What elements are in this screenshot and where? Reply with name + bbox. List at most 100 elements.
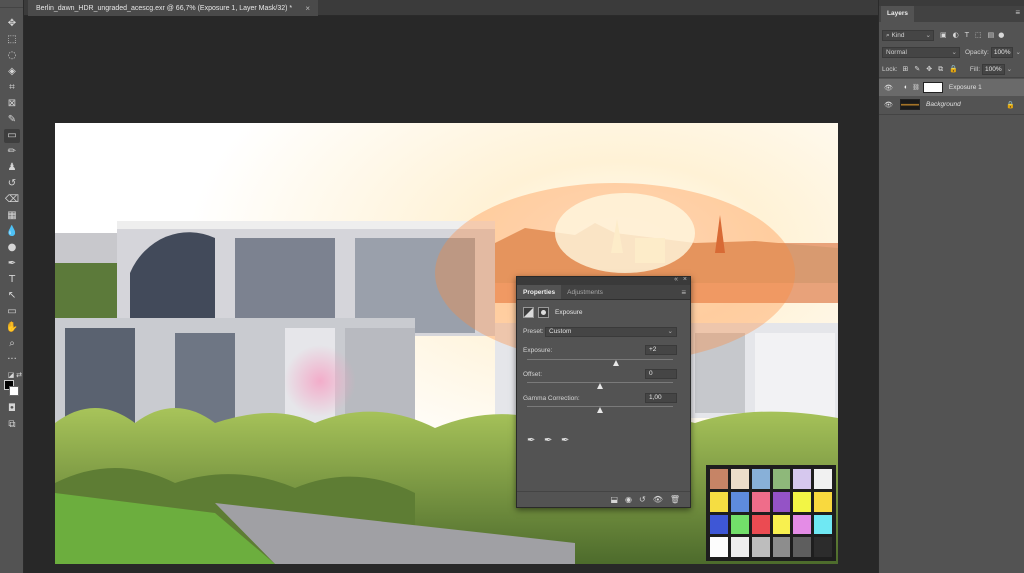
checker-patch bbox=[772, 514, 791, 535]
properties-titlebar[interactable]: « × bbox=[517, 276, 690, 285]
layers-panel: Layers ≡ ⌕ Kind ⌄ ▣ ◐ T ⬚ ▤ ● Normal ⌄ O… bbox=[878, 0, 1024, 573]
lock-artboard-icon[interactable]: ⧉ bbox=[938, 65, 943, 74]
layer-mask-icon[interactable] bbox=[538, 307, 549, 318]
blur-tool-icon[interactable]: 💧 bbox=[4, 225, 20, 239]
exposure-adjustment-icon[interactable] bbox=[523, 307, 534, 318]
close-icon[interactable]: × bbox=[683, 276, 687, 283]
layer-background[interactable]: 👁 Background 🔒 bbox=[879, 96, 1024, 113]
chevron-down-icon: ⌄ bbox=[925, 31, 931, 39]
gradient-tool-icon[interactable]: ▦ bbox=[4, 209, 20, 223]
toolbar-grip[interactable] bbox=[0, 0, 23, 8]
tab-layers[interactable]: Layers bbox=[881, 6, 914, 22]
filter-kind-select[interactable]: ⌕ Kind ⌄ bbox=[882, 29, 934, 41]
frame-tool-icon[interactable]: ⊠ bbox=[4, 97, 20, 111]
tab-adjustments[interactable]: Adjustments bbox=[561, 285, 609, 299]
clone-stamp-tool-icon[interactable]: ♟ bbox=[4, 161, 20, 175]
link-icon[interactable]: ⛓ bbox=[912, 84, 920, 91]
background-color-swatch[interactable] bbox=[9, 386, 19, 396]
layer-name[interactable]: Exposure 1 bbox=[949, 84, 982, 91]
type-filter-icon[interactable]: T bbox=[965, 31, 969, 39]
rectangle-tool-icon[interactable]: ▭ bbox=[4, 305, 20, 319]
pen-tool-icon[interactable]: ✒ bbox=[4, 257, 20, 271]
gamma-label: Gamma Correction: bbox=[523, 395, 580, 402]
filter-kind-value: Kind bbox=[891, 31, 905, 39]
eyedropper-tool-icon[interactable]: ✎ bbox=[4, 113, 20, 127]
color-checker-chart bbox=[706, 465, 836, 561]
preset-label: Preset: bbox=[523, 328, 544, 335]
brush-tool-icon[interactable]: ✏ bbox=[4, 145, 20, 159]
exposure-slider-thumb[interactable] bbox=[613, 360, 620, 366]
tab-properties[interactable]: Properties bbox=[517, 285, 562, 299]
screen-mode-icon[interactable]: ⧉ bbox=[4, 418, 20, 432]
more-tools-icon[interactable]: ··· bbox=[4, 353, 20, 367]
chevron-down-icon[interactable]: ⌄ bbox=[1015, 48, 1020, 56]
zoom-tool-icon[interactable]: ⌕ bbox=[4, 337, 20, 351]
white-point-eyedropper-icon[interactable]: ✒ bbox=[561, 435, 569, 446]
smart-object-filter-icon[interactable]: ▤ bbox=[988, 31, 995, 39]
gamma-field[interactable]: 1,00 bbox=[645, 393, 677, 403]
tools-panel: ✥ ⬚ ◌ ◈ ⌗ ⊠ ✎ ▭ ✏ ♟ ↺ ⌫ ▦ 💧 ● ✒ T ↖ ▭ ✋ ⌕ ··· ◪ ⇄ ◘ ⧉ bbox=[0, 0, 24, 573]
layer-thumbnail[interactable] bbox=[900, 99, 920, 110]
quick-select-tool-icon[interactable]: ◈ bbox=[4, 65, 20, 79]
gamma-slider[interactable] bbox=[527, 406, 673, 413]
opacity-label: Opacity: bbox=[965, 48, 989, 56]
checker-patch bbox=[751, 469, 770, 489]
visibility-icon[interactable]: 👁 bbox=[653, 495, 663, 504]
pixel-filter-icon[interactable]: ▣ bbox=[940, 31, 947, 39]
chevron-down-icon[interactable]: ⌄ bbox=[1007, 65, 1012, 73]
view-previous-icon[interactable]: ◉ bbox=[625, 495, 632, 504]
exposure-slider[interactable] bbox=[527, 359, 673, 366]
lasso-tool-icon[interactable]: ◌ bbox=[4, 49, 20, 63]
adjustment-filter-icon[interactable]: ◐ bbox=[953, 31, 959, 39]
offset-field[interactable]: 0 bbox=[645, 369, 677, 379]
healing-brush-tool-icon[interactable]: ▭ bbox=[4, 129, 20, 143]
properties-tabs: Properties Adjustments ≡ bbox=[517, 285, 690, 300]
black-point-eyedropper-icon[interactable]: ✒ bbox=[527, 435, 535, 446]
adjustment-layer-icon: ◐ bbox=[904, 84, 909, 91]
path-select-tool-icon[interactable]: ↖ bbox=[4, 289, 20, 303]
panel-menu-icon[interactable]: ≡ bbox=[681, 288, 686, 297]
lock-all-icon[interactable]: 🔒 bbox=[949, 65, 958, 73]
document-tab[interactable]: Berlin_dawn_HDR_ungraded_acescg.exr @ 66… bbox=[28, 0, 318, 16]
blend-mode-select[interactable]: Normal ⌄ bbox=[882, 46, 960, 58]
lock-position-icon[interactable]: ✥ bbox=[926, 65, 932, 73]
close-icon[interactable]: × bbox=[305, 4, 310, 13]
eye-icon[interactable]: 👁 bbox=[884, 101, 896, 109]
type-tool-icon[interactable]: T bbox=[4, 273, 20, 287]
dodge-tool-icon[interactable]: ● bbox=[4, 241, 20, 255]
layer-mask-thumbnail[interactable] bbox=[922, 82, 943, 93]
reset-icon[interactable]: ↺ bbox=[639, 495, 646, 504]
checker-patch bbox=[814, 514, 832, 535]
offset-slider-thumb[interactable] bbox=[597, 383, 603, 389]
crop-tool-icon[interactable]: ⌗ bbox=[4, 81, 20, 95]
layer-exposure-1[interactable]: 👁 ◐ ⛓ Exposure 1 bbox=[879, 79, 1024, 96]
shape-filter-icon[interactable]: ⬚ bbox=[975, 31, 982, 39]
exposure-field[interactable]: +2 bbox=[645, 345, 677, 355]
hand-tool-icon[interactable]: ✋ bbox=[4, 321, 20, 335]
history-brush-tool-icon[interactable]: ↺ bbox=[4, 177, 20, 191]
lock-pixels-icon[interactable]: ✎ bbox=[914, 65, 920, 73]
fill-field[interactable]: 100% bbox=[982, 63, 1005, 75]
eraser-tool-icon[interactable]: ⌫ bbox=[4, 193, 20, 207]
preset-value: Custom bbox=[549, 328, 572, 335]
collapse-icon[interactable]: « bbox=[674, 276, 678, 283]
checker-patch bbox=[710, 469, 728, 489]
layer-name[interactable]: Background bbox=[926, 101, 961, 108]
opacity-field[interactable]: 100% bbox=[990, 46, 1014, 58]
panel-menu-icon[interactable]: ≡ bbox=[1015, 8, 1020, 17]
move-tool-icon[interactable]: ✥ bbox=[4, 17, 20, 31]
checker-patch bbox=[730, 491, 749, 512]
eye-icon[interactable]: 👁 bbox=[884, 84, 896, 92]
clip-to-layer-icon[interactable]: ⬓ bbox=[610, 495, 618, 504]
gamma-slider-thumb[interactable] bbox=[597, 407, 603, 413]
offset-slider[interactable] bbox=[527, 382, 673, 389]
filter-toggle-icon[interactable]: ● bbox=[998, 31, 1004, 39]
delete-icon[interactable]: 🗑 bbox=[670, 495, 680, 504]
quick-mask-icon[interactable]: ◘ bbox=[4, 402, 20, 416]
lock-transparency-icon[interactable]: ⊞ bbox=[903, 65, 909, 73]
adjustment-name: Exposure bbox=[555, 309, 583, 316]
preset-select[interactable]: Custom ⌄ bbox=[545, 327, 677, 337]
document-image[interactable] bbox=[55, 123, 838, 564]
gray-point-eyedropper-icon[interactable]: ✒ bbox=[544, 435, 552, 446]
marquee-tool-icon[interactable]: ⬚ bbox=[4, 33, 20, 47]
